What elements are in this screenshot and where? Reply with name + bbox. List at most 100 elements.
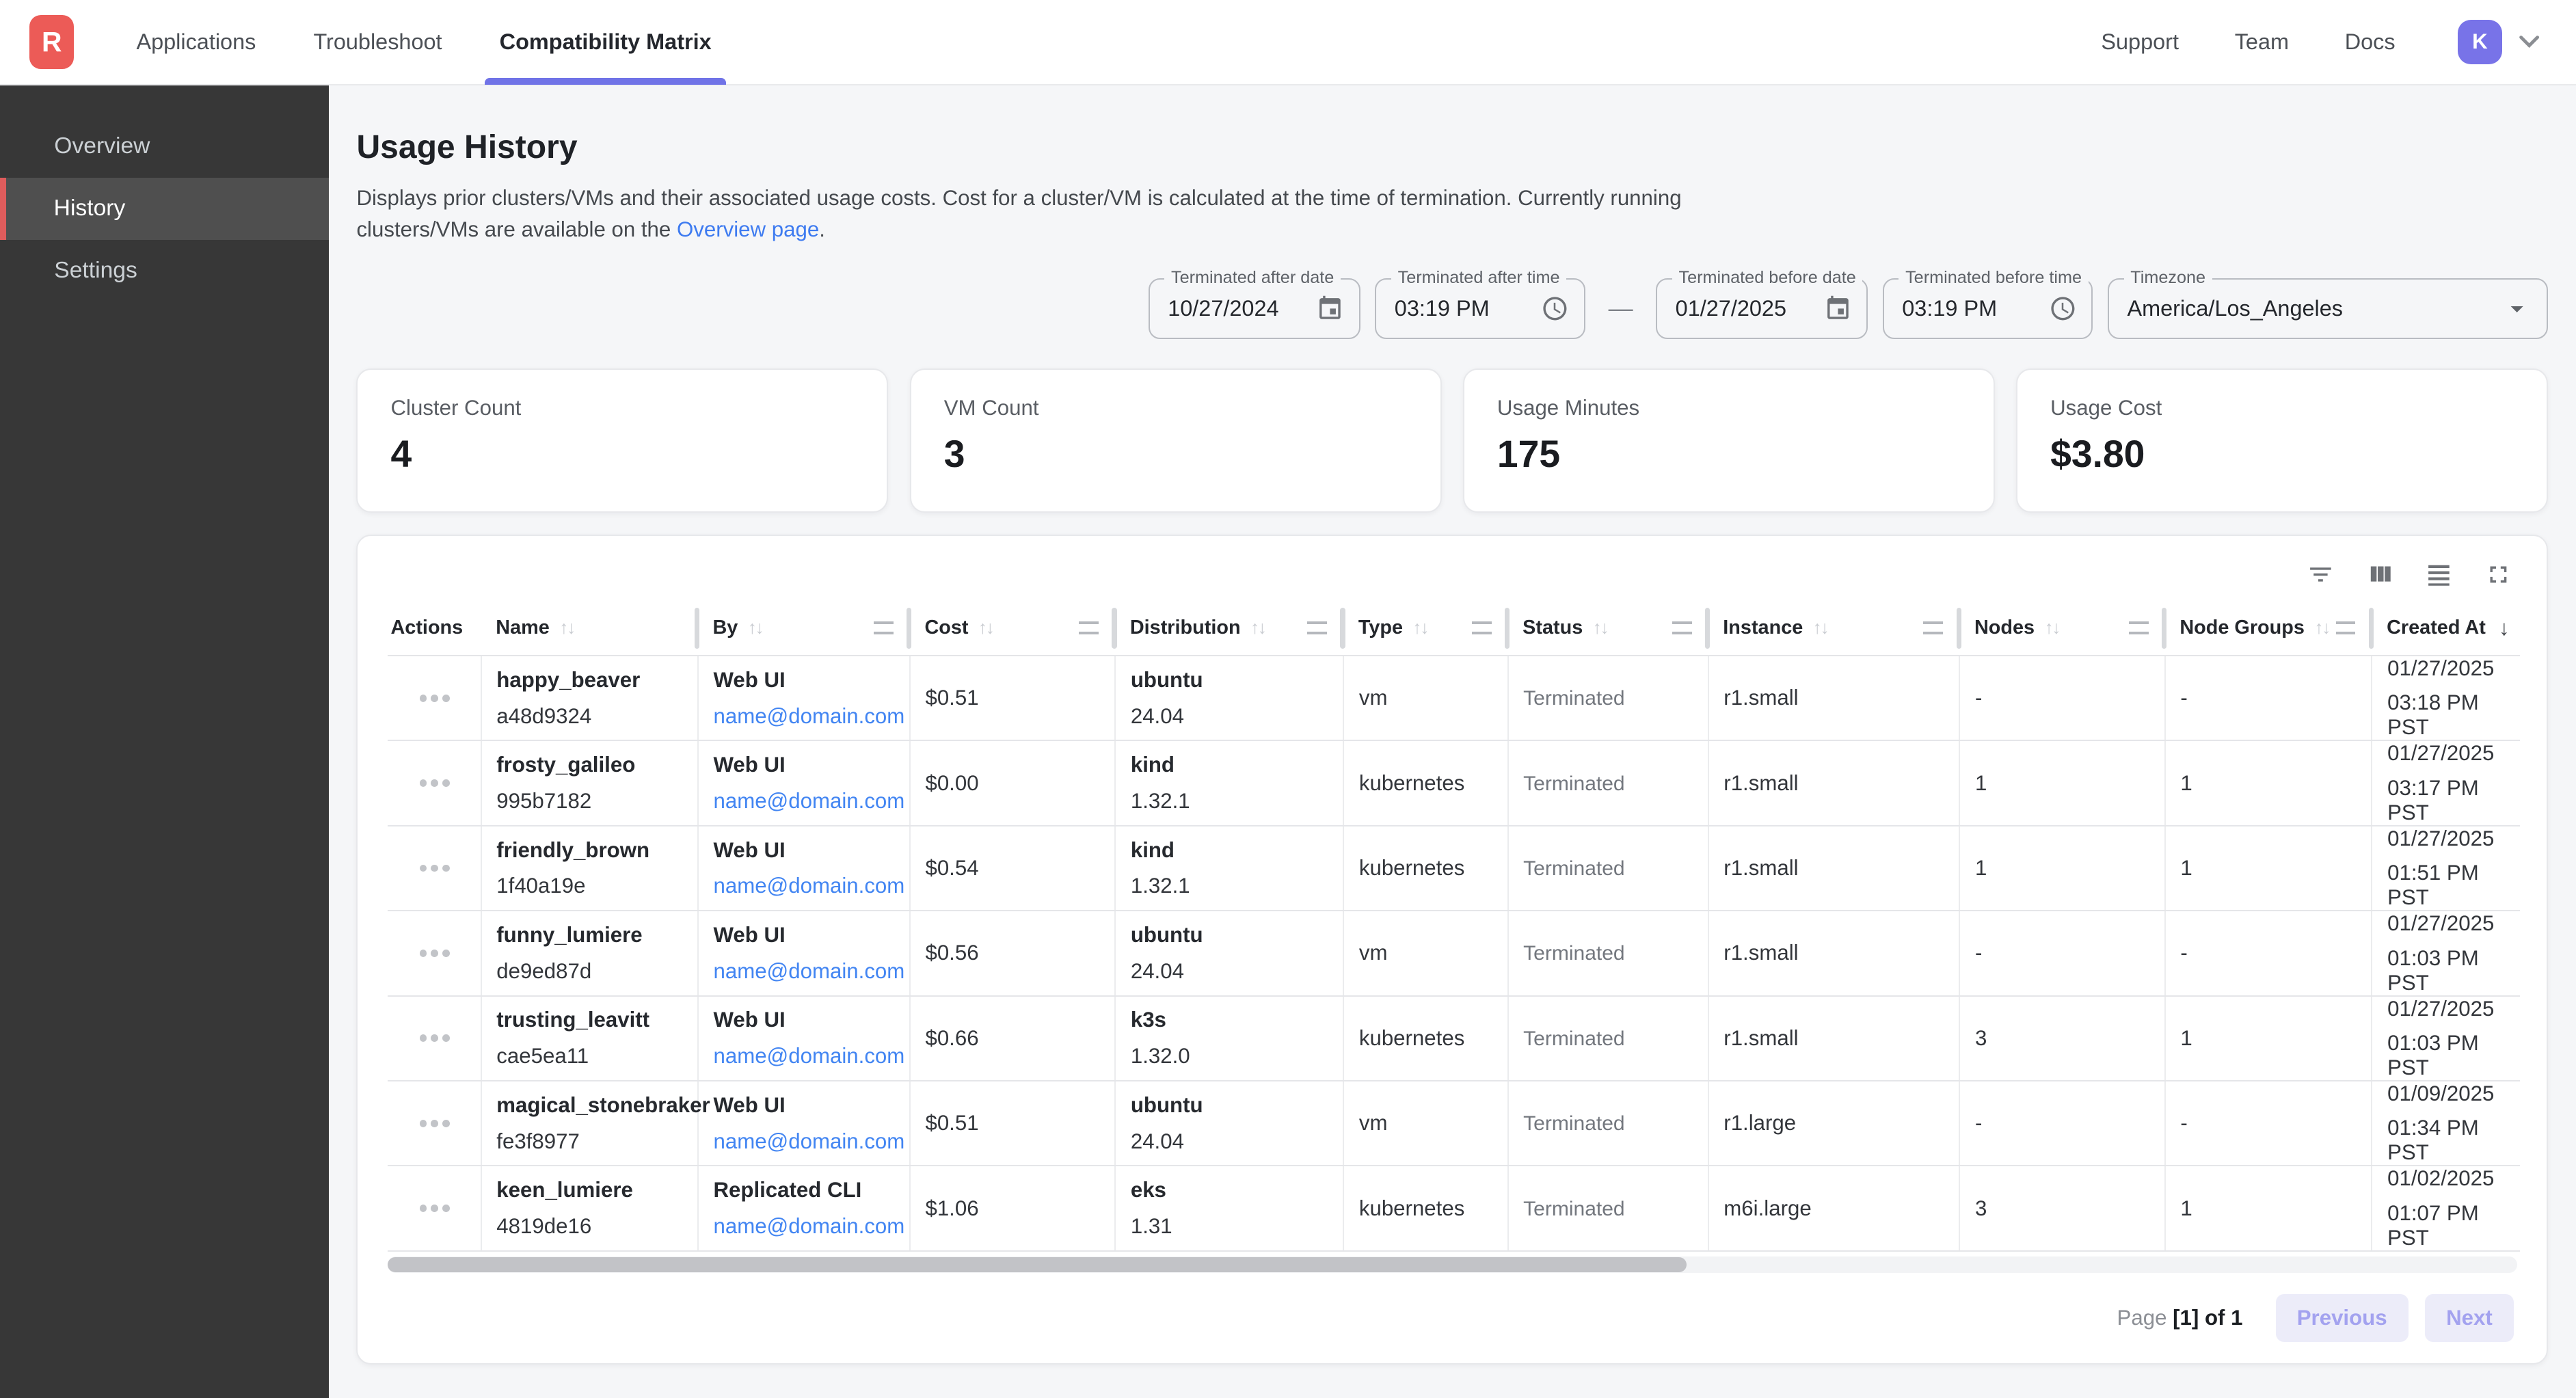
by-email-link[interactable]: name@domain.com <box>713 1044 896 1068</box>
cell-distribution: kind1.32.1 <box>1115 826 1343 911</box>
by-email-link[interactable]: name@domain.com <box>713 1129 896 1154</box>
terminated-after-date-field[interactable]: Terminated after date 10/27/2024 <box>1149 278 1360 339</box>
column-header-nodes[interactable]: Nodes↑↓ <box>1959 602 2164 656</box>
sidebar-item-settings[interactable]: Settings <box>0 240 329 302</box>
row-actions-button[interactable] <box>402 1034 467 1042</box>
by-email-link[interactable]: name@domain.com <box>713 1214 896 1239</box>
row-actions-button[interactable] <box>402 865 467 872</box>
cell-created-at: 01/27/202501:51 PM PST <box>2372 826 2519 911</box>
overview-page-link[interactable]: Overview page <box>677 217 819 241</box>
cell-type: kubernetes <box>1343 1166 1507 1250</box>
terminated-after-time-field[interactable]: Terminated after time 03:19 PM <box>1375 278 1585 339</box>
cell-actions <box>388 1166 481 1250</box>
column-label: Node Groups <box>2179 617 2305 639</box>
row-actions-button[interactable] <box>402 695 467 702</box>
table-row: happy_beavera48d9324 Web UIname@domain.c… <box>388 656 2520 740</box>
by-email-link[interactable]: name@domain.com <box>713 704 896 729</box>
column-label: Name <box>496 617 550 639</box>
stat-card-vm-count: VM Count 3 <box>910 368 1442 513</box>
cell-distribution: eks1.31 <box>1115 1166 1343 1250</box>
table-row: keen_lumiere4819de16 Replicated CLIname@… <box>388 1166 2520 1250</box>
by-email-link[interactable]: name@domain.com <box>713 789 896 814</box>
terminated-before-date-field[interactable]: Terminated before date 01/27/2025 <box>1656 278 1868 339</box>
cell-type: kubernetes <box>1343 826 1507 911</box>
cell-nodes: 3 <box>1959 1166 2164 1250</box>
next-page-button[interactable]: Next <box>2425 1294 2514 1342</box>
column-drag-handle-icon[interactable] <box>2129 621 2149 634</box>
cell-nodes: - <box>1959 911 2164 995</box>
column-header-type[interactable]: Type↑↓ <box>1343 602 1507 656</box>
cell-cost: $0.54 <box>910 826 1115 911</box>
top-nav: R Applications Troubleshoot Compatibilit… <box>0 0 2576 85</box>
app-root: R Applications Troubleshoot Compatibilit… <box>0 0 2576 1398</box>
account-menu[interactable]: K <box>2458 20 2540 64</box>
columns-icon[interactable] <box>2366 561 2394 589</box>
nav-item-compatibility-matrix[interactable]: Compatibility Matrix <box>500 0 712 85</box>
cell-nodes: - <box>1959 1081 2164 1166</box>
column-drag-handle-icon[interactable] <box>1923 621 1943 634</box>
nav-item-troubleshoot[interactable]: Troubleshoot <box>313 0 442 85</box>
column-drag-handle-icon[interactable] <box>874 621 894 634</box>
stat-cards: Cluster Count 4 VM Count 3 Usage Minutes… <box>356 368 2548 513</box>
row-actions-button[interactable] <box>402 950 467 957</box>
sidebar-item-overview[interactable]: Overview <box>0 115 329 177</box>
cell-instance: m6i.large <box>1708 1166 1960 1250</box>
column-header-instance[interactable]: Instance↑↓ <box>1708 602 1960 656</box>
calendar-icon[interactable] <box>1824 295 1852 323</box>
sort-icon: ↑↓ <box>559 617 574 638</box>
column-header-by[interactable]: By↑↓ <box>698 602 910 656</box>
column-header-status[interactable]: Status↑↓ <box>1508 602 1708 656</box>
row-actions-button[interactable] <box>402 779 467 787</box>
clock-icon[interactable] <box>2049 295 2077 323</box>
column-drag-handle-icon[interactable] <box>2336 621 2356 634</box>
row-actions-button[interactable] <box>402 1205 467 1212</box>
cell-node-groups: - <box>2165 656 2372 740</box>
column-header-cost[interactable]: Cost↑↓ <box>910 602 1115 656</box>
clock-icon[interactable] <box>1541 295 1569 323</box>
column-header-name[interactable]: Name ↑↓ <box>481 602 698 656</box>
nav-item-support[interactable]: Support <box>2101 0 2179 85</box>
sidebar-item-history[interactable]: History <box>0 178 329 240</box>
usage-table-card: ActionsName↑↓By↑↓Cost↑↓Distribution↑↓Typ… <box>356 535 2548 1365</box>
column-drag-handle-icon[interactable] <box>1079 621 1099 634</box>
column-header-node-groups[interactable]: Node Groups↑↓ <box>2165 602 2372 656</box>
column-header-created-at[interactable]: Created At↓ <box>2372 602 2519 656</box>
sort-icon: ↑↓ <box>748 617 763 638</box>
column-drag-handle-icon[interactable] <box>1472 621 1492 634</box>
scrollbar-thumb[interactable] <box>388 1257 1687 1272</box>
cell-type: vm <box>1343 1081 1507 1166</box>
brand-logo[interactable]: R <box>29 15 74 69</box>
table-header-row: ActionsName↑↓By↑↓Cost↑↓Distribution↑↓Typ… <box>388 602 2520 656</box>
table-row: funny_lumierede9ed87d Web UIname@domain.… <box>388 911 2520 995</box>
column-drag-handle-icon[interactable] <box>1672 621 1692 634</box>
by-email-link[interactable]: name@domain.com <box>713 874 896 898</box>
sort-icon: ↑↓ <box>1813 617 1828 638</box>
nav-item-team[interactable]: Team <box>2235 0 2289 85</box>
cell-name: friendly_brown1f40a19e <box>481 826 698 911</box>
nav-item-applications[interactable]: Applications <box>136 0 256 85</box>
timezone-select[interactable]: Timezone America/Los_Angeles <box>2108 278 2548 339</box>
density-icon[interactable] <box>2425 561 2453 589</box>
date-range-dash: — <box>1609 294 1633 323</box>
by-email-link[interactable]: name@domain.com <box>713 959 896 984</box>
pagination: Page [1] of 1 Previous Next <box>388 1294 2517 1342</box>
cell-type: vm <box>1343 656 1507 740</box>
cell-node-groups: 1 <box>2165 996 2372 1081</box>
previous-page-button[interactable]: Previous <box>2276 1294 2409 1342</box>
status-badge: Terminated <box>1523 772 1624 795</box>
cell-cost: $0.56 <box>910 911 1115 995</box>
column-drag-handle-icon[interactable] <box>1307 621 1327 634</box>
filter-icon[interactable] <box>2307 561 2335 589</box>
cell-node-groups: - <box>2165 911 2372 995</box>
fullscreen-icon[interactable] <box>2484 561 2512 589</box>
cell-node-groups: 1 <box>2165 1166 2372 1250</box>
nav-item-docs[interactable]: Docs <box>2345 0 2396 85</box>
sort-icon: ↑↓ <box>978 617 993 638</box>
column-header-distribution[interactable]: Distribution↑↓ <box>1115 602 1343 656</box>
row-actions-button[interactable] <box>402 1120 467 1127</box>
horizontal-scrollbar[interactable] <box>388 1256 2517 1273</box>
terminated-before-time-field[interactable]: Terminated before time 03:19 PM <box>1883 278 2093 339</box>
sort-icon: ↑↓ <box>1250 617 1265 638</box>
cell-cost: $0.51 <box>910 656 1115 740</box>
calendar-icon[interactable] <box>1316 295 1344 323</box>
